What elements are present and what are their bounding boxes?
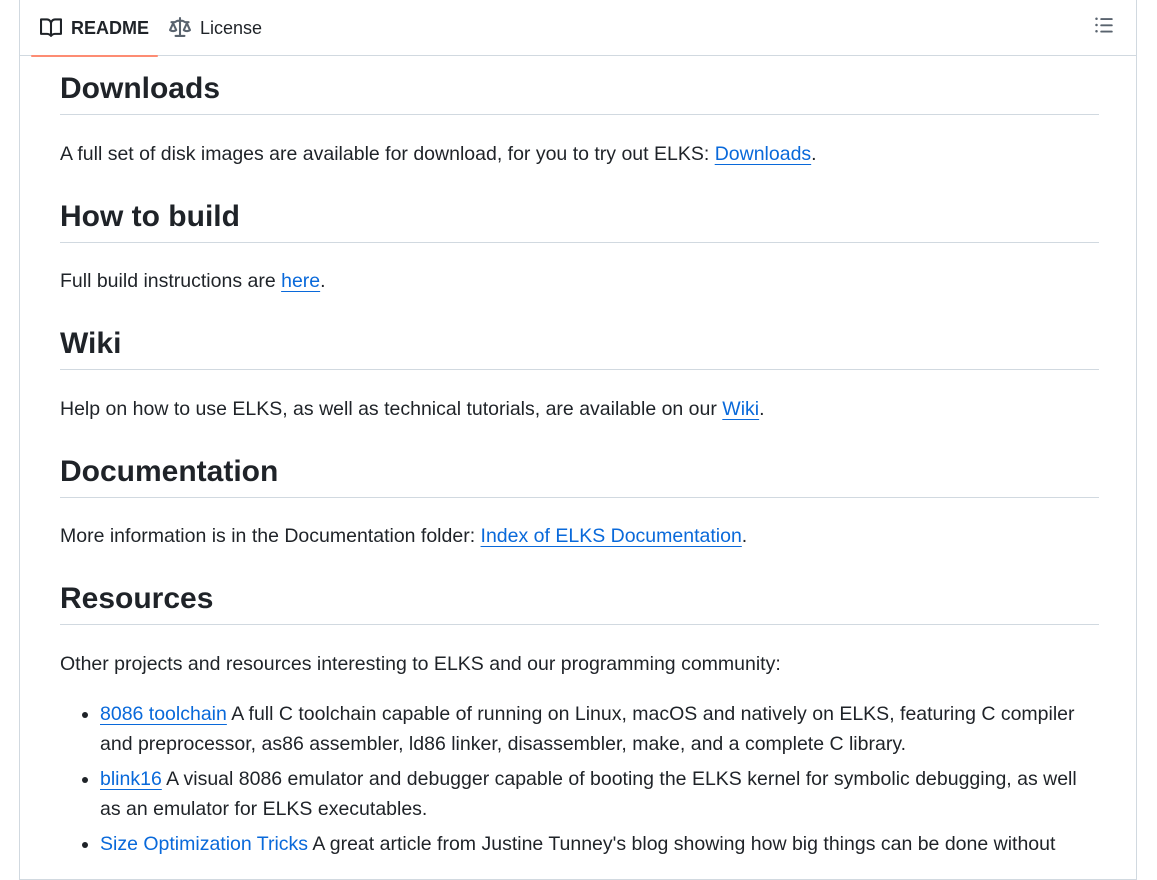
resource-desc: A full C toolchain capable of running on… [100,703,1075,755]
list-item: blink16 A visual 8086 emulator and debug… [100,764,1099,824]
list-item: 8086 toolchain A full C toolchain capabl… [100,699,1099,759]
readme-tabbar: README License [20,0,1136,57]
downloads-link[interactable]: Downloads [715,143,811,165]
downloads-paragraph: A full set of disk images are available … [60,139,1099,169]
heading-how-to-build: How to build [60,198,1099,243]
resource-desc: A great article from Justine Tunney's bl… [308,833,1056,855]
downloads-suffix: . [811,143,817,165]
book-icon [40,17,62,39]
heading-resources: Resources [60,580,1099,625]
resource-link-8086-toolchain[interactable]: 8086 toolchain [100,703,227,725]
documentation-index-link[interactable]: Index of ELKS Documentation [481,525,742,547]
resource-link-size-optimization[interactable]: Size Optimization Tricks [100,833,308,855]
downloads-text: A full set of disk images are available … [60,143,715,165]
heading-documentation: Documentation [60,453,1099,498]
resource-link-blink16[interactable]: blink16 [100,768,162,790]
law-scale-icon [169,17,191,39]
tab-readme-label: README [71,17,150,38]
tab-license-label: License [200,17,263,38]
list-outline-icon [1094,15,1114,40]
wiki-link[interactable]: Wiki [722,398,759,420]
heading-downloads: Downloads [60,70,1099,115]
documentation-text: More information is in the Documentation… [60,525,481,547]
wiki-text: Help on how to use ELKS, as well as tech… [60,398,723,420]
build-paragraph: Full build instructions are here. [60,266,1099,296]
documentation-paragraph: More information is in the Documentation… [60,521,1099,551]
build-here-link[interactable]: here [281,270,320,292]
wiki-paragraph: Help on how to use ELKS, as well as tech… [60,394,1099,424]
resources-list: 8086 toolchain A full C toolchain capabl… [60,699,1099,864]
build-suffix: . [320,270,326,292]
resources-intro: Other projects and resources interesting… [60,653,781,675]
resource-desc: A visual 8086 emulator and debugger capa… [100,768,1077,820]
tab-readme[interactable]: README [30,0,159,57]
outline-button[interactable] [1092,15,1116,39]
tab-license[interactable]: License [169,0,262,56]
readme-panel: README License Downloads A full set of d… [19,0,1137,880]
build-text: Full build instructions are [60,270,282,292]
documentation-suffix: . [741,525,748,547]
wiki-suffix: . [759,398,765,420]
heading-wiki: Wiki [60,325,1099,370]
